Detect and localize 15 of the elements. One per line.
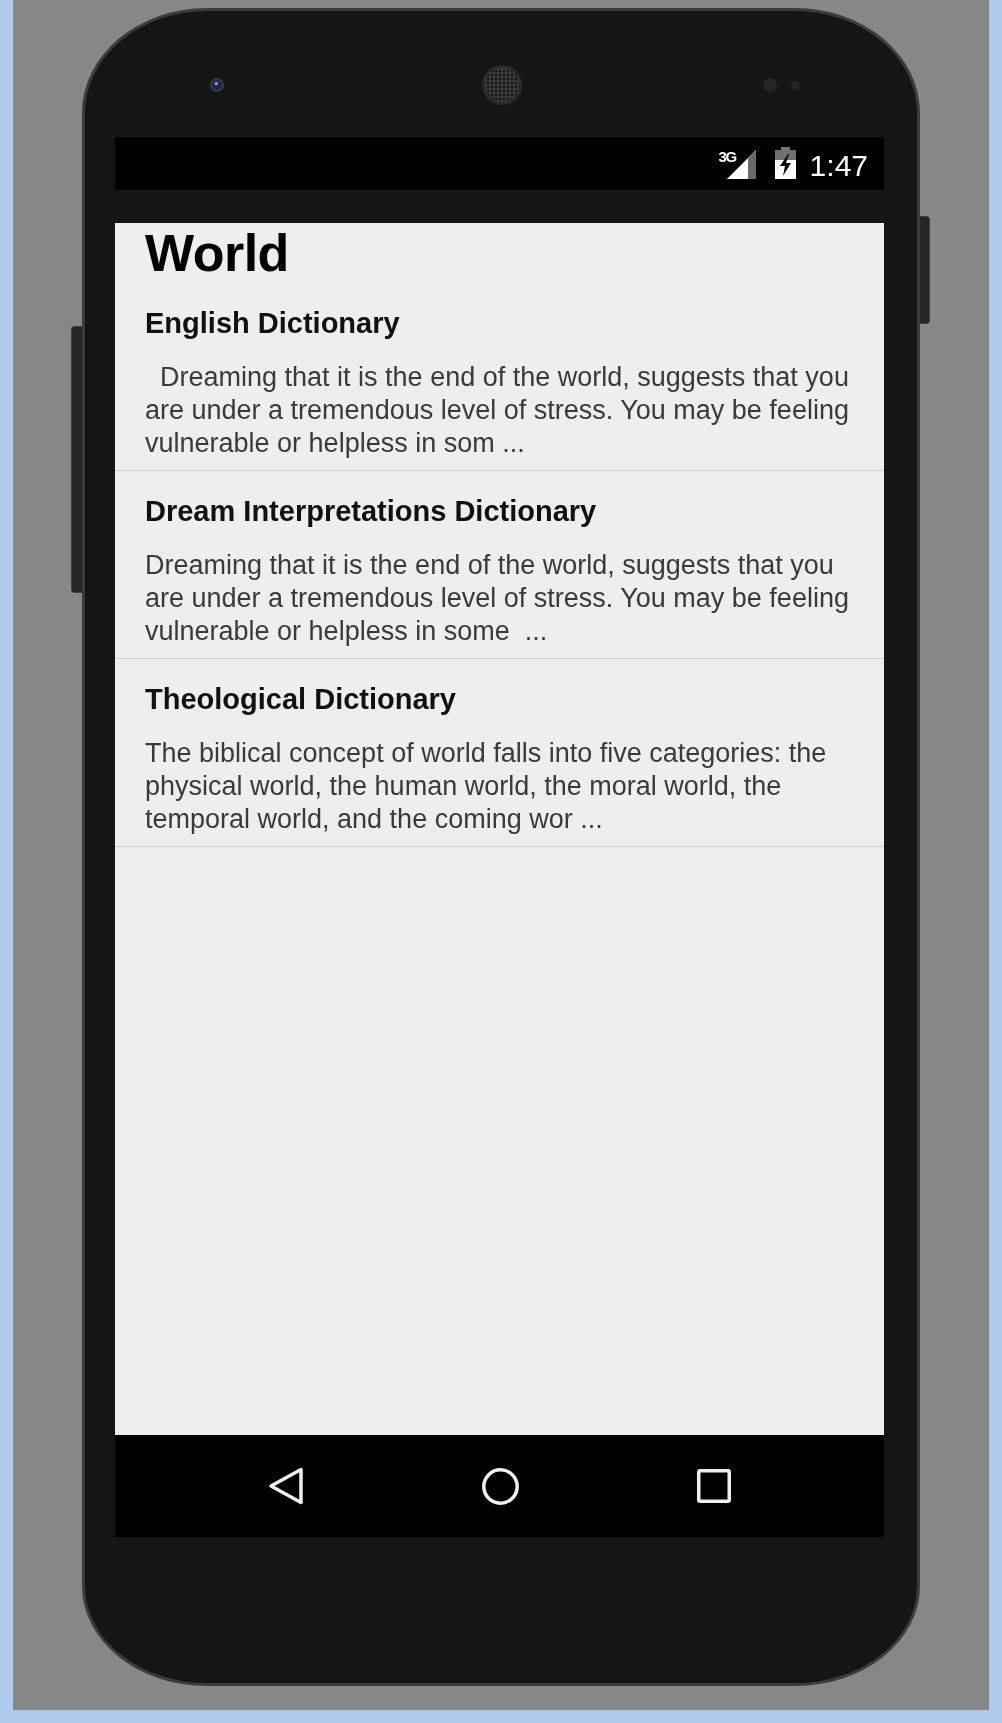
entry-title[interactable]: Theological Dictionary <box>145 682 875 717</box>
recent-apps-icon[interactable] <box>697 1469 731 1503</box>
status-time: 1:47 <box>809 151 868 181</box>
page-title: World <box>145 223 290 283</box>
entry-snippet: The biblical concept of world falls into five categories: the physical world, the human world, the moral world, the temporal world, and the coming wor ... <box>145 737 828 836</box>
entry-snippet: Dreaming that it is the end of the world, suggests that you are under a tremendous level of stress. You may be feeling vulnerable or helpless in som ... <box>145 361 850 460</box>
back-icon[interactable] <box>268 1467 304 1505</box>
battery-charging-icon <box>774 147 796 179</box>
front-camera-icon <box>210 78 224 92</box>
entry-snippet: Dreaming that it is the end of the world, suggests that you are under a tremendous level of stress. You may be feeling vulnerable or helpless in some ... <box>145 549 850 648</box>
entry-title[interactable]: Dream Interpretations Dictionary <box>145 494 875 529</box>
entry-title[interactable]: English Dictionary <box>145 306 875 341</box>
home-icon[interactable] <box>482 1467 519 1505</box>
network-type-label: 3G <box>718 150 736 163</box>
speaker-grille-icon <box>482 65 522 105</box>
